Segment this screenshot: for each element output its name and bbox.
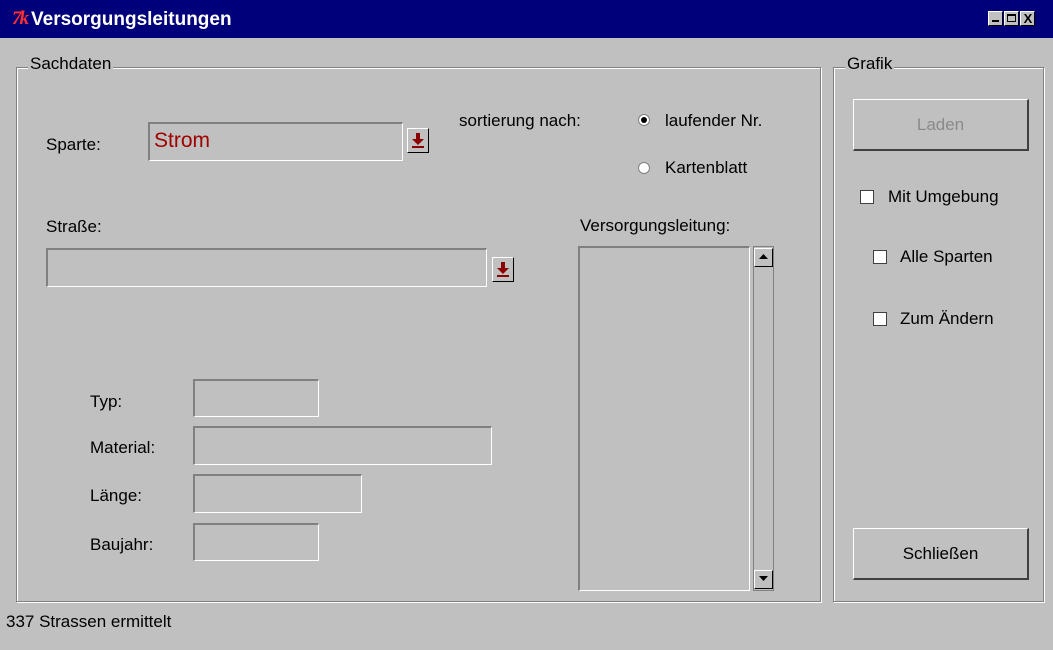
status-text: 337 Strassen ermittelt (6, 612, 172, 631)
sparte-field[interactable]: Strom (148, 122, 403, 161)
strasse-dropdown-button[interactable] (492, 257, 514, 282)
triangle-down-icon (759, 576, 768, 581)
radio-laufender-nr[interactable] (638, 114, 650, 126)
schliessen-button[interactable]: Schließen (853, 528, 1029, 580)
typ-label: Typ: (90, 392, 123, 411)
close-icon: X (1023, 11, 1033, 26)
sparte-dropdown-button[interactable] (407, 128, 429, 153)
maximize-button[interactable] (1004, 11, 1019, 26)
title-bar[interactable]: 7k Versorgungsleitungen X (0, 0, 1053, 38)
sort-label: sortierung nach: (459, 111, 581, 130)
mit-umgebung-label[interactable]: Mit Umgebung (888, 187, 999, 207)
triangle-up-icon (759, 254, 768, 259)
grafik-legend: Grafik (845, 54, 895, 74)
scroll-down-button[interactable] (754, 570, 773, 589)
material-field[interactable] (193, 426, 492, 465)
laenge-field[interactable] (193, 474, 362, 513)
versorgungsleitung-list[interactable] (578, 246, 750, 591)
zum-aendern-label[interactable]: Zum Ändern (900, 309, 994, 329)
arrow-down-to-bar-icon (497, 262, 509, 277)
versorgungsleitung-label: Versorgungsleitung: (580, 216, 731, 235)
list-scrollbar[interactable] (753, 246, 774, 591)
material-label: Material: (90, 438, 156, 457)
baujahr-label: Baujahr: (90, 535, 154, 554)
sparte-label: Sparte: (46, 135, 101, 154)
mit-umgebung-checkbox[interactable] (860, 190, 874, 204)
zum-aendern-checkbox[interactable] (873, 312, 887, 326)
alle-sparten-label[interactable]: Alle Sparten (900, 247, 993, 267)
close-button[interactable]: X (1020, 11, 1035, 26)
laenge-label: Länge: (90, 486, 142, 505)
typ-field[interactable] (193, 379, 319, 417)
sparte-value: Strom (154, 129, 211, 152)
radio-laufender-nr-label[interactable]: laufender Nr. (665, 111, 762, 131)
window-title: Versorgungsleitungen (31, 9, 232, 30)
alle-sparten-checkbox[interactable] (873, 250, 887, 264)
baujahr-field[interactable] (193, 523, 319, 561)
radio-kartenblatt-label[interactable]: Kartenblatt (665, 158, 747, 178)
tk-logo-icon: 7k (12, 8, 29, 29)
sachdaten-legend: Sachdaten (28, 54, 114, 74)
strasse-label: Straße: (46, 217, 102, 236)
strasse-field[interactable] (46, 248, 487, 287)
radio-kartenblatt[interactable] (638, 162, 650, 174)
minimize-button[interactable] (988, 11, 1003, 26)
arrow-down-to-bar-icon (412, 133, 424, 148)
scroll-up-button[interactable] (754, 248, 773, 267)
laden-button[interactable]: Laden (853, 99, 1029, 151)
